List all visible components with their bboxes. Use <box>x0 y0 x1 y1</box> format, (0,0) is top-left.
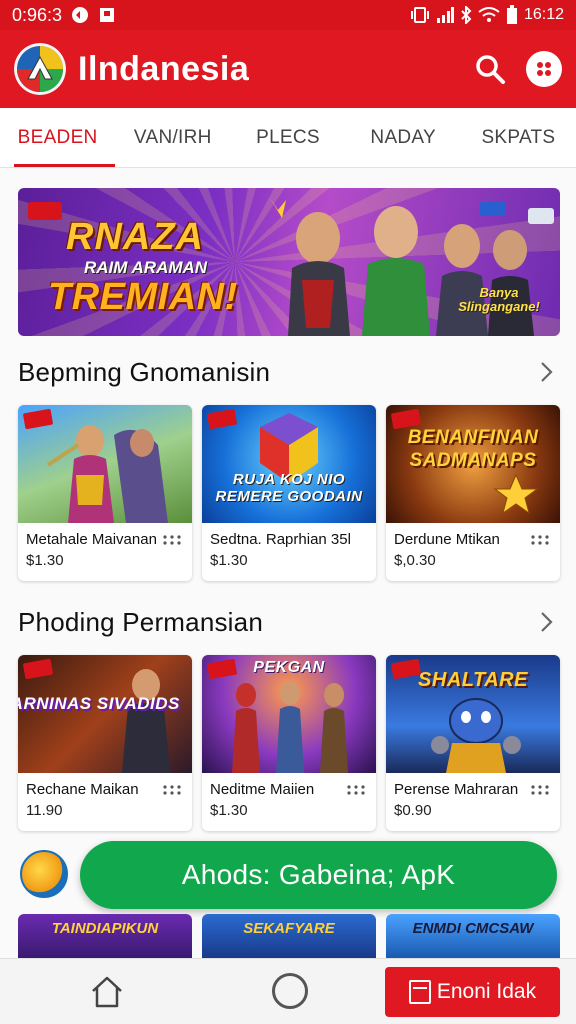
cards-row-2: PARNINAS SIVADIDS Rechane Maikan 11.90 P… <box>18 655 560 831</box>
signal-icon <box>436 7 454 23</box>
game-thumbnail: PEKGAN <box>202 655 376 773</box>
document-icon <box>408 980 431 1004</box>
section-header-1[interactable]: Bepming Gnomanisin <box>18 352 558 392</box>
download-apk-button[interactable]: Ahods: Gabeina; ApK <box>80 841 557 909</box>
game-thumbnail: RUJA KOJ NIO REMERE GOODAIN <box>202 405 376 523</box>
more-dots-icon[interactable] <box>530 535 550 545</box>
card-price: $1.30 <box>210 552 248 569</box>
banner-subtitle: RAIM ARAMAN <box>84 258 208 277</box>
thumbnail-caption: ENMDI CMCSAW <box>412 920 534 937</box>
promo-banner[interactable]: RNAZA RAIM ARAMAN TREMIAN! Banya Slingan… <box>18 188 560 336</box>
section-title: Phoding Permansian <box>18 606 263 637</box>
tab-naday[interactable]: NADAY <box>346 108 461 167</box>
game-thumbnail: PARNINAS SIVADIDS <box>18 655 192 773</box>
sync-icon <box>70 5 90 25</box>
card-title: Rechane Maikan <box>26 781 139 798</box>
card-price: $,0.30 <box>394 552 436 569</box>
download-apk-label: Ahods: Gabeina; ApK <box>181 859 456 890</box>
bottom-nav: Enoni Idak <box>0 958 576 1024</box>
game-card[interactable]: ENMDI CMCSAW <box>386 914 560 958</box>
tab-van-irh[interactable]: VAN/IRH <box>115 108 230 167</box>
game-card[interactable]: SHALTARE Perense Mahraran $0.90 <box>386 655 560 831</box>
cta-label: Enoni Idak <box>436 980 537 1003</box>
banner-title: RNAZA <box>66 216 204 258</box>
more-dots-icon[interactable] <box>162 535 182 545</box>
banner-tagline: Banya Slingangane! <box>458 285 540 315</box>
card-title: Perense Mahraran <box>394 781 519 798</box>
status-time-left: 0:96:3 <box>12 4 63 25</box>
app-logo[interactable] <box>14 43 66 95</box>
home-icon[interactable] <box>88 973 126 1011</box>
thumbnail-caption: TAINDIAPIKUN <box>51 920 159 937</box>
app-title: Ilndanesia <box>78 49 250 88</box>
game-thumbnail: SHALTARE <box>386 655 560 773</box>
more-dots-icon[interactable] <box>162 785 182 795</box>
menu-dots-icon <box>537 62 551 76</box>
main-content: RNAZA RAIM ARAMAN TREMIAN! Banya Slingan… <box>0 168 576 958</box>
game-thumbnail: BENANFINAN SADMANAPS <box>386 405 560 523</box>
battery-icon <box>506 5 518 25</box>
wifi-icon <box>478 7 500 23</box>
game-card[interactable]: BENANFINAN SADMANAPS Derdune Mtikan $,0.… <box>386 405 560 581</box>
game-card[interactable]: RUJA KOJ NIO REMERE GOODAIN Sedtna. Rapr… <box>202 405 376 581</box>
status-bar: 0:96:3 16:12 <box>0 0 576 30</box>
menu-button[interactable] <box>526 51 562 87</box>
promo-badge-icon[interactable] <box>20 850 68 898</box>
more-dots-icon[interactable] <box>530 785 550 795</box>
card-title: Neditme Maiien <box>210 781 315 798</box>
thumbnail-caption: SEKAFYARE <box>243 920 335 937</box>
card-title: Derdune Mtikan <box>394 531 500 548</box>
game-card[interactable]: PEKGAN Neditme Maiien $1.30 <box>202 655 376 831</box>
thumbnail-caption: RUJA KOJ NIO REMERE GOODAIN <box>215 471 363 505</box>
badge-icon <box>28 202 62 220</box>
chevron-right-icon[interactable] <box>534 360 558 384</box>
tab-bar: BEADEN VAN/IRH PLECS NADAY SKPATS <box>0 108 576 168</box>
more-dots-icon[interactable] <box>346 785 366 795</box>
tab-plecs[interactable]: PLECS <box>230 108 345 167</box>
banner-headline: TREMIAN! <box>48 276 238 318</box>
game-card[interactable]: SEKAFYARE <box>202 914 376 958</box>
home-circle-button[interactable] <box>272 973 308 1009</box>
bluetooth-icon <box>460 6 472 24</box>
cards-row-1: Metahale Maivanan $1.30 RUJA KOJ NIO REM… <box>18 405 560 581</box>
search-icon <box>476 55 505 84</box>
status-time-right: 16:12 <box>523 6 564 23</box>
chevron-right-icon[interactable] <box>534 610 558 634</box>
thumbnail-caption: BENANFINAN SADMANAPS <box>407 427 539 471</box>
tab-skpats[interactable]: SKPATS <box>461 108 576 167</box>
game-card[interactable]: Metahale Maivanan $1.30 <box>18 405 192 581</box>
notification-icon <box>98 6 116 24</box>
game-card[interactable]: PARNINAS SIVADIDS Rechane Maikan 11.90 <box>18 655 192 831</box>
card-price: 11.90 <box>26 802 63 819</box>
app-bar: Ilndanesia <box>0 30 576 108</box>
thumbnail-caption: PARNINAS SIVADIDS <box>18 694 180 713</box>
cards-row-3: TAINDIAPIKUN SEKAFYARE ENMDI CMCSAW <box>18 914 560 958</box>
card-price: $1.30 <box>26 552 64 569</box>
vibrate-icon <box>410 6 430 24</box>
card-title: Sedtna. Raprhian 35l <box>210 531 350 548</box>
game-card[interactable]: TAINDIAPIKUN <box>18 914 192 958</box>
card-price: $1.30 <box>210 802 248 819</box>
game-thumbnail <box>18 405 192 523</box>
search-button[interactable] <box>470 49 510 89</box>
tab-beaden[interactable]: BEADEN <box>0 108 116 167</box>
cta-button[interactable]: Enoni Idak <box>385 967 560 1017</box>
card-title: Metahale Maivanan <box>26 531 157 548</box>
card-price: $0.90 <box>394 802 432 819</box>
section-title: Bepming Gnomanisin <box>18 356 271 387</box>
section-header-2[interactable]: Phoding Permansian <box>18 602 558 642</box>
